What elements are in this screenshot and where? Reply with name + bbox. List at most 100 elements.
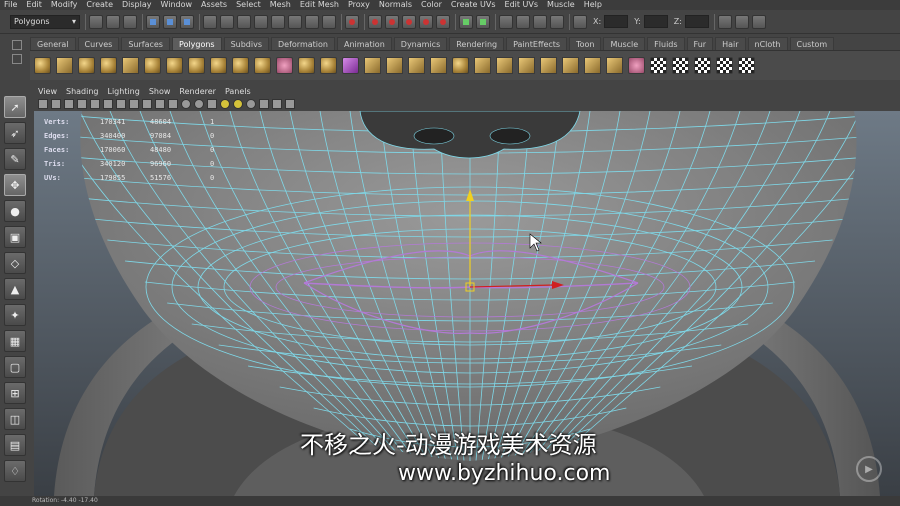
paint-select-tool-icon[interactable]: ✎ — [4, 148, 26, 170]
select-hierarchy-icon[interactable] — [146, 14, 160, 29]
ipr-render-icon[interactable] — [533, 14, 547, 29]
play-icon[interactable]: ▶ — [856, 456, 882, 482]
split-polygon-icon[interactable] — [430, 57, 447, 74]
panel-menu-panels[interactable]: Panels — [225, 87, 251, 96]
wireframe-icon[interactable] — [168, 99, 178, 109]
poly-cone-icon[interactable] — [100, 57, 117, 74]
select-surfaces-icon[interactable] — [254, 14, 268, 29]
grid-icon[interactable] — [77, 99, 87, 109]
scale-tool-icon[interactable]: ▣ — [4, 226, 26, 248]
separate-icon[interactable] — [276, 57, 293, 74]
film-gate-icon[interactable] — [90, 99, 100, 109]
menu-edit-uvs[interactable]: Edit UVs — [505, 0, 539, 10]
select-dynamics-icon[interactable] — [288, 14, 302, 29]
snap-point-icon[interactable] — [402, 14, 416, 29]
menu-display[interactable]: Display — [122, 0, 152, 10]
poly-soccer-ball-icon[interactable] — [254, 57, 271, 74]
poly-cylinder-icon[interactable] — [78, 57, 95, 74]
bookmark-icon[interactable] — [51, 99, 61, 109]
bevel-icon[interactable] — [496, 57, 513, 74]
extrude-icon[interactable] — [364, 57, 381, 74]
shelf-tabs-icon[interactable] — [12, 54, 22, 64]
menu-proxy[interactable]: Proxy — [348, 0, 370, 10]
soft-modification-tool-icon[interactable]: ▲ — [4, 278, 26, 300]
offset-edge-loop-icon[interactable] — [474, 57, 491, 74]
tab-muscle[interactable]: Muscle — [603, 37, 646, 50]
gate-mask-icon[interactable] — [116, 99, 126, 109]
four-view-layout-icon[interactable]: ⊞ — [4, 382, 26, 404]
select-curves-icon[interactable] — [237, 14, 251, 29]
select-handles-icon[interactable] — [203, 14, 217, 29]
tab-ncloth[interactable]: nCloth — [747, 37, 788, 50]
open-scene-icon[interactable] — [106, 14, 120, 29]
tab-subdivs[interactable]: Subdivs — [223, 37, 270, 50]
select-rendering-icon[interactable] — [305, 14, 319, 29]
automatic-mapping-icon[interactable] — [716, 57, 733, 74]
collapse-icon[interactable] — [562, 57, 579, 74]
field-chart-icon[interactable] — [129, 99, 139, 109]
select-deformations-icon[interactable] — [271, 14, 285, 29]
history-icon[interactable] — [459, 14, 473, 29]
textured-icon[interactable] — [207, 99, 217, 109]
snap-curve-icon[interactable] — [385, 14, 399, 29]
channel-box-icon[interactable] — [717, 14, 732, 29]
poly-plane-icon[interactable] — [122, 57, 139, 74]
tool-settings-icon[interactable] — [751, 14, 766, 29]
tab-rendering[interactable]: Rendering — [449, 37, 505, 50]
select-misc-icon[interactable] — [322, 14, 336, 29]
persp-outliner-layout-icon[interactable]: ◫ — [4, 408, 26, 430]
tab-surfaces[interactable]: Surfaces — [121, 37, 170, 50]
sculpt-geometry-icon[interactable] — [628, 57, 645, 74]
xray-components-icon[interactable] — [285, 99, 295, 109]
menu-create-uvs[interactable]: Create UVs — [451, 0, 496, 10]
panel-menu-view[interactable]: View — [38, 87, 57, 96]
render-view-icon[interactable] — [499, 14, 513, 29]
panel-menu-show[interactable]: Show — [149, 87, 171, 96]
merge-icon[interactable] — [518, 57, 535, 74]
smooth-proxy-icon[interactable] — [342, 57, 359, 74]
lasso-tool-icon[interactable]: ➶ — [4, 122, 26, 144]
poly-sphere-icon[interactable] — [34, 57, 51, 74]
panel-menu-lighting[interactable]: Lighting — [107, 87, 139, 96]
append-polygon-icon[interactable] — [408, 57, 425, 74]
lock-selection-icon[interactable] — [345, 14, 359, 29]
menu-edit-mesh[interactable]: Edit Mesh — [300, 0, 339, 10]
tab-polygons[interactable]: Polygons — [171, 37, 222, 50]
isolate-select-icon[interactable] — [259, 99, 269, 109]
show-manipulator-tool-icon[interactable]: ✦ — [4, 304, 26, 326]
single-perspective-layout-icon[interactable]: ▢ — [4, 356, 26, 378]
save-scene-icon[interactable] — [123, 14, 137, 29]
safe-action-icon[interactable] — [142, 99, 152, 109]
delete-edge-icon[interactable] — [606, 57, 623, 74]
tab-curves[interactable]: Curves — [77, 37, 120, 50]
render-frame-icon[interactable] — [516, 14, 530, 29]
tab-toon[interactable]: Toon — [569, 37, 602, 50]
tab-deformation[interactable]: Deformation — [271, 37, 335, 50]
poly-torus-icon[interactable] — [144, 57, 161, 74]
move-tool-icon[interactable]: ✥ — [4, 174, 26, 196]
planar-mapping-icon[interactable] — [650, 57, 667, 74]
tab-dynamics[interactable]: Dynamics — [393, 37, 448, 50]
menu-modify[interactable]: Modify — [51, 0, 78, 10]
menu-window[interactable]: Window — [161, 0, 193, 10]
tab-hair[interactable]: Hair — [715, 37, 746, 50]
poly-cube-icon[interactable] — [56, 57, 73, 74]
menu-muscle[interactable]: Muscle — [547, 0, 575, 10]
rotate-tool-icon[interactable]: ● — [4, 200, 26, 222]
construction-history-icon[interactable] — [476, 14, 490, 29]
z-field[interactable] — [684, 15, 709, 28]
input-line-icon[interactable] — [573, 14, 587, 29]
spherical-mapping-icon[interactable] — [694, 57, 711, 74]
menu-create[interactable]: Create — [86, 0, 113, 10]
uv-texture-editor-icon[interactable] — [738, 57, 755, 74]
persp-graph-layout-icon[interactable]: ▤ — [4, 434, 26, 456]
safe-title-icon[interactable] — [155, 99, 165, 109]
combine-icon[interactable] — [298, 57, 315, 74]
use-all-lights-icon[interactable] — [220, 99, 230, 109]
tab-animation[interactable]: Animation — [336, 37, 392, 50]
tab-general[interactable]: General — [30, 37, 76, 50]
resolution-gate-icon[interactable] — [103, 99, 113, 109]
bridge-icon[interactable] — [386, 57, 403, 74]
menu-set-dropdown[interactable]: Polygons ▾ — [10, 14, 80, 29]
tab-custom[interactable]: Custom — [789, 37, 835, 50]
